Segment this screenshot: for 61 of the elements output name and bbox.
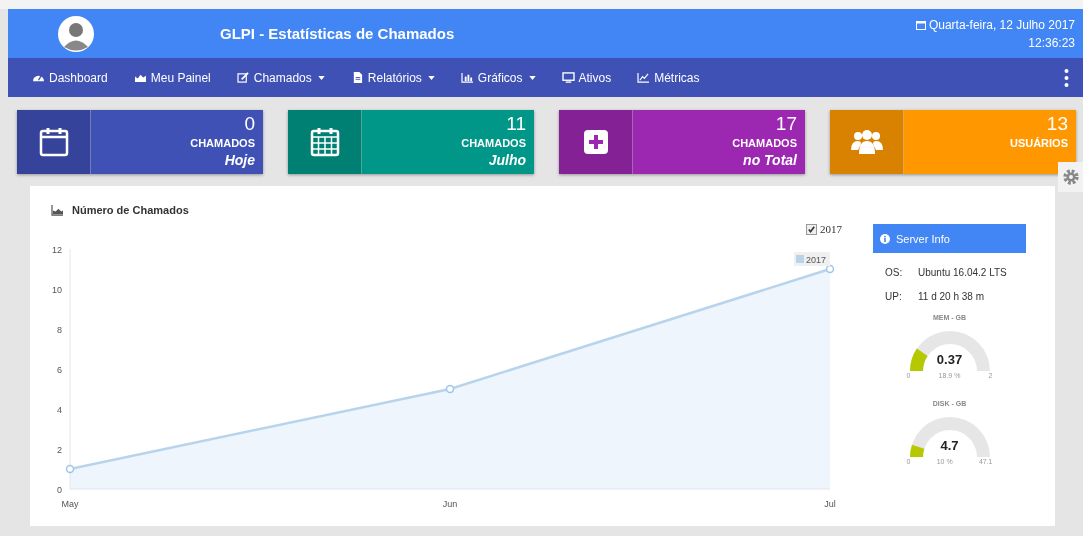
stat-subtitle: Hoje bbox=[224, 152, 255, 168]
gauge-value: 0.37 bbox=[935, 352, 964, 367]
y-tick-label: 0 bbox=[57, 485, 62, 495]
nav-item[interactable]: Ativos bbox=[561, 70, 612, 85]
data-point bbox=[65, 464, 75, 474]
date-text: Quarta-feira, 12 Julho 2017 bbox=[928, 17, 1075, 32]
x-tick-label: May bbox=[61, 499, 79, 509]
x-tick-label: Jul bbox=[824, 499, 836, 509]
nav-item[interactable]: Gráficos bbox=[460, 70, 536, 85]
edit-icon bbox=[236, 72, 250, 83]
avatar bbox=[58, 15, 94, 52]
stat-value: 11 bbox=[506, 113, 526, 135]
series-toggle[interactable]: 2017 bbox=[806, 223, 842, 235]
page-title: GLPI - Estatísticas de Chamados bbox=[220, 25, 455, 42]
settings-button[interactable] bbox=[1058, 162, 1083, 192]
data-point bbox=[825, 264, 835, 274]
gauge-value: 4.7 bbox=[939, 438, 960, 453]
info-label: OS: bbox=[885, 267, 904, 278]
calendar-icon bbox=[37, 126, 70, 158]
stat-label: CHAMADOS bbox=[732, 137, 797, 149]
info-icon bbox=[880, 233, 890, 244]
stat-label: CHAMADOS bbox=[190, 137, 255, 149]
gauge-fill bbox=[909, 444, 924, 457]
more-menu-icon[interactable] bbox=[1064, 68, 1069, 87]
y-tick-label: 10 bbox=[52, 285, 62, 295]
line-chart-icon bbox=[637, 72, 651, 83]
info-value: Ubuntu 16.04.2 LTS bbox=[918, 267, 1007, 278]
nav-item[interactable]: Dashboard bbox=[32, 70, 108, 85]
area-chart-icon bbox=[51, 204, 64, 216]
area-chart-icon bbox=[133, 72, 147, 83]
server-info-title: Server Info bbox=[896, 232, 950, 245]
bar-chart-icon bbox=[460, 72, 474, 83]
nav-item[interactable]: Métricas bbox=[637, 70, 700, 85]
y-tick-label: 8 bbox=[57, 325, 62, 335]
checkbox[interactable] bbox=[806, 223, 817, 235]
stat-subtitle: Julho bbox=[488, 152, 526, 168]
calendar-icon bbox=[915, 19, 926, 30]
panel-title: Número de Chamados bbox=[72, 204, 189, 216]
nav-item[interactable]: Relatórios bbox=[350, 70, 435, 85]
time-text: 12:36:23 bbox=[1028, 35, 1075, 50]
x-tick-label: Jun bbox=[442, 499, 458, 509]
y-tick-label: 6 bbox=[57, 365, 62, 375]
legend-label: 2017 bbox=[806, 255, 827, 265]
calendar-icon bbox=[308, 126, 341, 158]
info-label: UP: bbox=[885, 291, 903, 302]
stat-value: 17 bbox=[775, 113, 797, 135]
stat-subtitle: no Total bbox=[743, 152, 797, 168]
settings-icon bbox=[1061, 168, 1080, 186]
y-tick-label: 4 bbox=[57, 405, 62, 415]
info-value: 11 d 20 h 38 m bbox=[918, 291, 984, 302]
monitor-icon bbox=[561, 72, 575, 83]
gauge-fill bbox=[909, 348, 928, 371]
stat-value: 13 bbox=[1046, 113, 1068, 135]
stat-label: CHAMADOS bbox=[461, 137, 526, 149]
y-tick-label: 12 bbox=[52, 245, 62, 255]
y-tick-label: 2 bbox=[57, 445, 62, 455]
stat-label: USUÁRIOS bbox=[1009, 137, 1068, 149]
nav-item[interactable]: Chamados bbox=[236, 70, 325, 85]
stat-value: 0 bbox=[244, 113, 255, 135]
nav-item[interactable]: Meu Painel bbox=[133, 70, 211, 85]
data-point bbox=[445, 384, 455, 394]
